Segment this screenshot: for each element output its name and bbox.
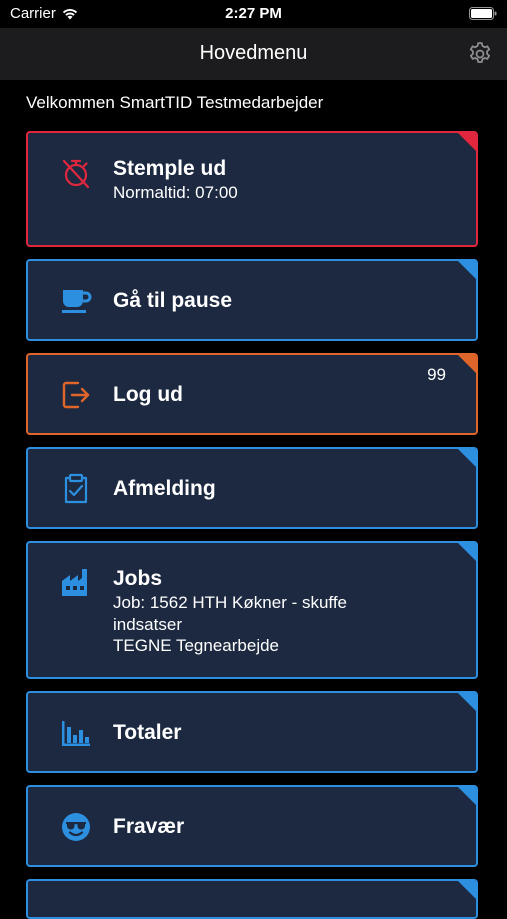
break-card[interactable]: Gå til pause: [26, 259, 478, 341]
jobs-card[interactable]: Jobs Job: 1562 HTH Køkner - skuffe indsa…: [26, 541, 478, 679]
logout-card[interactable]: 99 Log ud: [26, 353, 478, 435]
card-corner-marker: [457, 133, 476, 152]
card-title: Stemple ud: [113, 157, 227, 180]
battery-icon: [469, 7, 497, 20]
card-subtitle-line: TEGNE Tegnearbejde: [113, 636, 280, 655]
totals-card[interactable]: Totaler: [26, 691, 478, 773]
card-corner-marker: [457, 543, 476, 562]
card-subtitle-line: Job: 1562 HTH Køkner - skuffe: [113, 593, 348, 612]
card-title: Afmelding: [113, 477, 216, 500]
status-bar: Carrier 2:27 PM: [0, 0, 507, 28]
card-title: Gå til pause: [113, 289, 233, 312]
card-corner-marker: [457, 355, 476, 374]
stopwatch-off-icon: [62, 159, 90, 189]
card-subtitle: Normaltid: 07:00: [113, 183, 238, 202]
gear-icon[interactable]: [467, 41, 493, 67]
factory-icon: [62, 569, 87, 596]
welcome-text: Velkommen SmartTID Testmedarbejder: [26, 93, 324, 112]
card-title: Fravær: [113, 815, 185, 838]
logout-icon: [62, 381, 90, 409]
absence-report-card[interactable]: Afmelding: [26, 447, 478, 529]
card-title: Log ud: [113, 383, 183, 406]
card-corner-marker: [457, 787, 476, 806]
card-corner-marker: [457, 881, 476, 900]
absence-card[interactable]: Fravær: [26, 785, 478, 867]
card-corner-marker: [457, 261, 476, 280]
page-title: Hovedmenu: [199, 42, 308, 64]
card-title: Jobs: [113, 567, 163, 590]
next-card-partial[interactable]: [26, 879, 478, 919]
card-subtitle-line: indsatser: [113, 614, 182, 634]
card-corner-marker: [457, 693, 476, 712]
count-badge: 99: [427, 365, 446, 384]
coffee-cup-icon: [62, 290, 92, 313]
navigation-bar: Hovedmenu: [0, 28, 507, 80]
bar-chart-icon: [62, 721, 90, 746]
card-title: Totaler: [113, 721, 182, 744]
clock-out-card[interactable]: Stemple ud Normaltid: 07:00: [26, 131, 478, 247]
status-time: 2:27 PM: [225, 5, 282, 22]
clipboard-check-icon: [64, 473, 88, 504]
sunglasses-face-icon: [62, 813, 90, 841]
card-corner-marker: [457, 449, 476, 468]
